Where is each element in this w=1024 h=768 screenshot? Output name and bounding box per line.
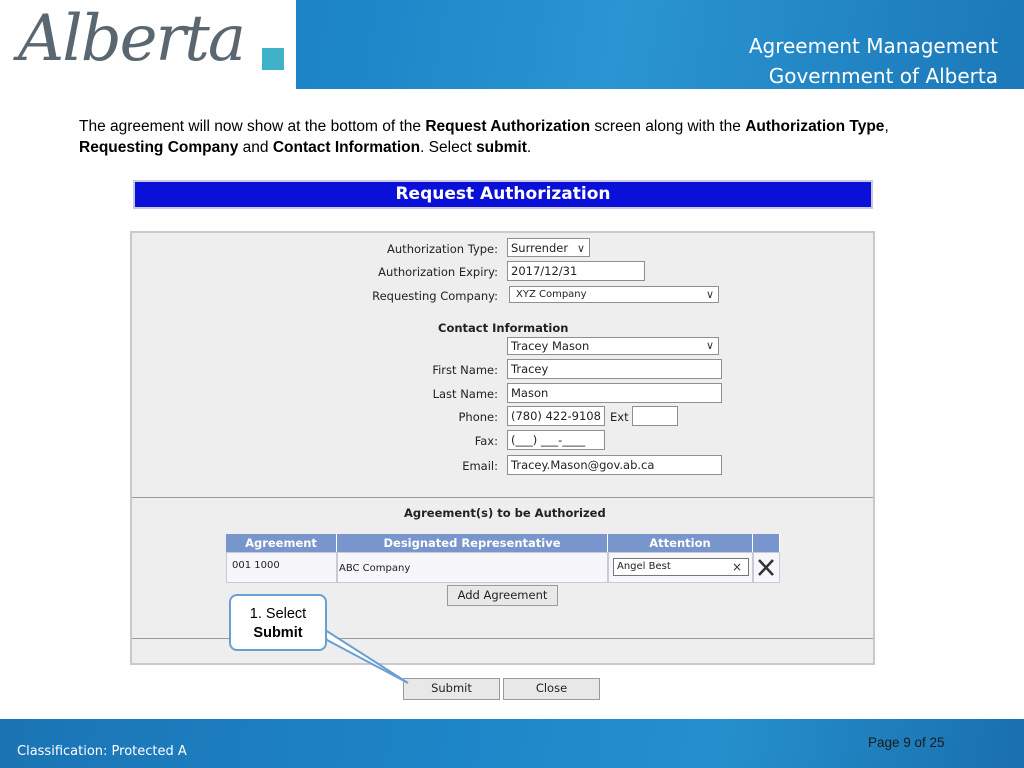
intro-bold: Requesting Company (79, 139, 239, 156)
col-agreement: Agreement (226, 534, 337, 552)
table-row-attention-cell: Angel Best × (608, 552, 753, 583)
phone-label: Phone: (458, 410, 499, 424)
phone-field[interactable]: (780) 422-9108 (507, 406, 605, 426)
intro-part: screen along with the (590, 118, 746, 135)
contact-info-heading: Contact Information (438, 321, 569, 335)
intro-part: . Select (420, 139, 477, 156)
intro-bold: submit (476, 139, 527, 156)
last-name-field[interactable]: Mason (507, 383, 722, 403)
classification-label: Classification: Protected A (17, 744, 187, 759)
first-name-field[interactable]: Tracey (507, 359, 722, 379)
ext-field[interactable] (632, 406, 678, 426)
intro-part: The agreement will now show at the botto… (79, 118, 426, 135)
clear-icon[interactable]: × (732, 559, 742, 575)
auth-expiry-label: Authorization Expiry: (378, 265, 498, 279)
fax-field[interactable]: (___) ___-____ (507, 430, 605, 450)
fax-label: Fax: (474, 434, 498, 448)
ext-label: Ext (610, 410, 629, 424)
attention-value: Angel Best (617, 561, 671, 572)
intro-bold: Authorization Type (745, 118, 885, 135)
add-agreement-button[interactable]: Add Agreement (447, 585, 558, 606)
auth-type-value: Surrender (511, 241, 569, 255)
requesting-company-select[interactable]: XYZ Company ∨ (509, 286, 719, 303)
contact-select[interactable]: Tracey Mason ∨ (507, 337, 719, 355)
email-field[interactable]: Tracey.Mason@gov.ab.ca (507, 455, 722, 475)
delete-icon[interactable] (754, 553, 779, 582)
chevron-down-icon: ∨ (705, 288, 714, 301)
callout: 1. Select Submit (229, 594, 327, 651)
table-row-agreement: 001 1000 (226, 552, 337, 583)
contact-select-value: Tracey Mason (511, 339, 590, 353)
intro-bold: Contact Information (272, 139, 421, 156)
intro-part: , (884, 118, 889, 135)
requesting-company-value: XYZ Company (516, 289, 587, 300)
requesting-company-label: Requesting Company: (372, 289, 498, 303)
header-title: Agreement Management Government of Alber… (749, 31, 998, 91)
close-button[interactable]: Close (503, 678, 600, 700)
intro-part: . (526, 139, 532, 156)
auth-type-select[interactable]: Surrender ∨ (507, 238, 590, 257)
table-row-action-cell (753, 552, 780, 583)
intro-text: The agreement will now show at the botto… (79, 116, 959, 158)
first-name-label: First Name: (432, 363, 498, 377)
logo: Alberta (0, 0, 296, 89)
last-name-label: Last Name: (432, 387, 498, 401)
logo-square-icon (262, 48, 284, 70)
intro-bold: Request Authorization (425, 118, 591, 135)
page-number: Page 9 of 25 (868, 735, 945, 750)
col-attention: Attention (608, 534, 753, 552)
auth-type-label: Authorization Type: (387, 242, 498, 256)
auth-expiry-input[interactable]: 2017/12/31 (507, 261, 645, 281)
header-title-line1: Agreement Management (748, 34, 998, 58)
callout-line2: Submit (253, 625, 303, 641)
col-action (753, 534, 780, 552)
divider (132, 497, 873, 498)
intro-part: and (238, 139, 273, 156)
email-label: Email: (462, 459, 498, 473)
callout-line1: 1. Select (249, 606, 307, 622)
agreements-heading: Agreement(s) to be Authorized (404, 506, 606, 520)
col-designated-representative: Designated Representative (337, 534, 608, 552)
attention-input[interactable]: Angel Best × (613, 558, 749, 576)
chevron-down-icon: ∨ (705, 339, 714, 352)
request-authorization-title: Request Authorization (133, 180, 873, 209)
submit-button[interactable]: Submit (403, 678, 500, 700)
chevron-down-icon: ∨ (576, 242, 585, 255)
logo-text: Alberta (18, 2, 246, 76)
table-row-representative: ABC Company (337, 552, 608, 583)
header-title-line2: Government of Alberta (768, 64, 998, 88)
